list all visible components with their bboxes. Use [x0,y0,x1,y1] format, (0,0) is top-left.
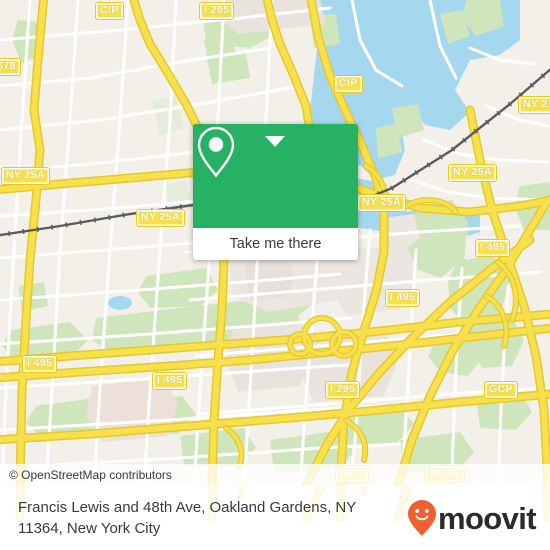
shield-i295-top: I 295 [199,2,235,20]
popup-tail-pointer [265,136,285,147]
shield-ny2-topright: NY 2 [518,96,550,114]
moovit-location-card: CIP I 295 678 CIP NY 2 NY 25A NY 25A NY 25A NY 2… [0,0,550,550]
shield-cip-top: CIP [95,2,124,20]
take-me-there-button[interactable]: Take me there [193,228,358,260]
shield-ny25a-left: NY 25A [1,167,50,185]
map-canvas[interactable]: CIP I 295 678 CIP NY 2 NY 25A NY 25A NY 25A NY 2… [0,0,550,486]
moovit-logo[interactable]: moovit [407,499,537,537]
shield-i295-lower: I 295 [325,381,361,399]
shield-i495-right: I 495 [475,239,511,257]
location-pin-icon [197,126,235,178]
shield-ny25a-mid: NY 25A [357,194,406,212]
shield-gcp-right: GCP [484,381,518,399]
footer-bar: Francis Lewis and 48th Ave, Oakland Gard… [0,486,550,550]
shield-ny25a-right: NY 25A [448,164,497,182]
shield-cip-mid: CIP [334,75,363,93]
shield-i495-left: I 495 [22,355,58,373]
shield-i495-mid: I 495 [385,289,421,307]
shield-ny25a-center: NY 25A [136,209,185,227]
address-line-1: Francis Lewis and 48th Ave, Oakland Gard… [18,499,357,516]
osm-attribution[interactable]: © OpenStreetMap contributors [0,464,550,486]
take-me-there-label: Take me there [229,236,322,252]
shield-678-left: 678 [0,58,21,76]
moovit-smiley-pin-icon [407,500,436,536]
address-line-2: 11364, New York City [18,520,161,537]
shield-i495-lower: I 495 [152,372,188,390]
address-text: Francis Lewis and 48th Ave, Oakland Gard… [18,497,356,539]
moovit-wordmark: moovit [437,500,537,536]
